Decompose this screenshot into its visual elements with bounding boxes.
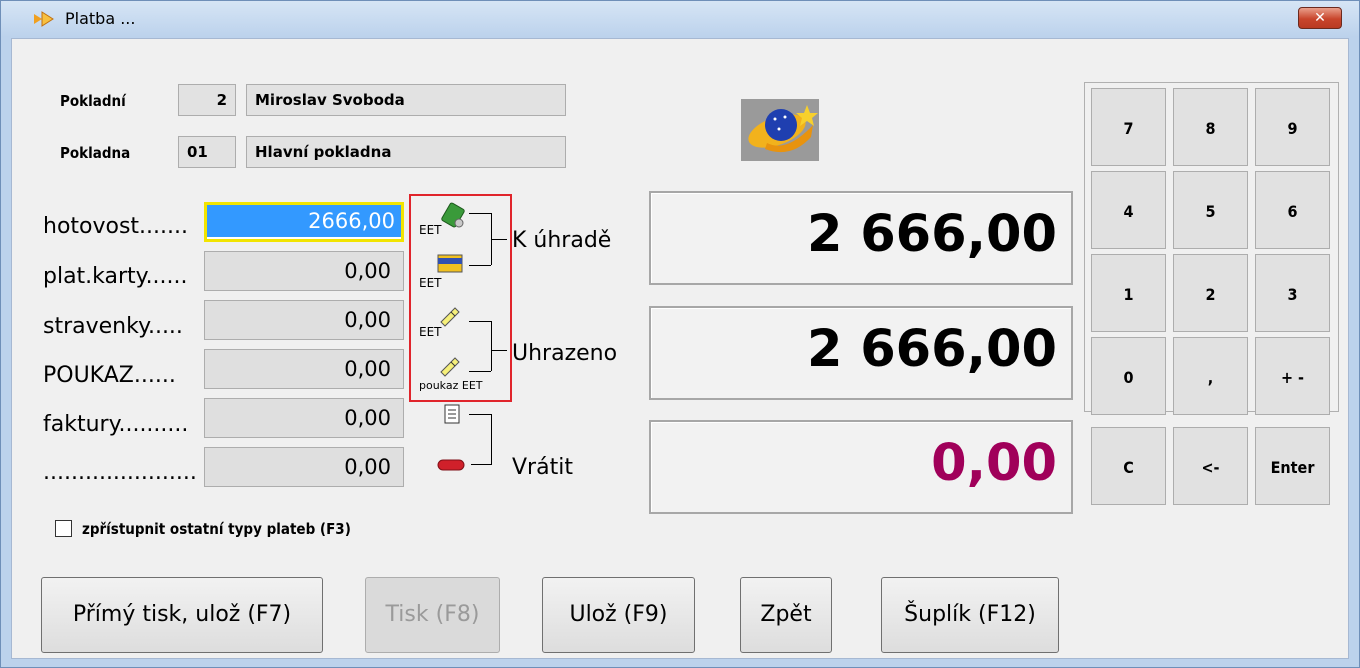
meal-eet-caption: EET xyxy=(419,325,442,339)
connector-line xyxy=(469,213,491,214)
app-icon xyxy=(34,11,54,27)
cash-icon[interactable] xyxy=(439,201,467,231)
numpad-key-0[interactable]: 0 xyxy=(1091,337,1166,415)
numpad-key-comma[interactable]: , xyxy=(1173,337,1248,415)
numpad-key-9[interactable]: 9 xyxy=(1255,88,1330,166)
direct-print-save-button[interactable]: Přímý tisk, ulož (F7) xyxy=(41,577,323,653)
bank-card-icon[interactable] xyxy=(437,254,463,274)
title-bar: Platba ... ✕ xyxy=(1,1,1359,37)
close-button[interactable]: ✕ xyxy=(1298,7,1342,29)
numpad-key-8[interactable]: 8 xyxy=(1173,88,1248,166)
register-name-field: Hlavní pokladna xyxy=(246,136,566,168)
payment-input-voucher[interactable]: 0,00 xyxy=(204,349,404,389)
payment-label-meal-vouchers: stravenky..... xyxy=(43,314,183,339)
cashier-id-field: 2 xyxy=(178,84,236,116)
numpad-key-2[interactable]: 2 xyxy=(1173,254,1248,332)
payment-label-other: ...................... xyxy=(43,460,197,485)
amount-due-label: K úhradě xyxy=(512,228,612,253)
payment-label-invoices: faktury.......... xyxy=(43,412,189,437)
voucher-eet-caption: poukaz EET xyxy=(419,379,483,392)
payment-input-meal-vouchers[interactable]: 0,00 xyxy=(204,300,404,340)
drawer-button[interactable]: Šuplík (F12) xyxy=(881,577,1059,653)
numpad-key-4[interactable]: 4 xyxy=(1091,171,1166,249)
change-value: 0,00 xyxy=(931,434,1057,493)
cashier-label: Pokladní xyxy=(60,92,126,110)
payment-input-cash[interactable]: 2666,00 xyxy=(204,202,404,242)
amount-paid-field: 2 666,00 xyxy=(649,306,1073,400)
connector-line xyxy=(469,265,491,266)
change-label: Vrátit xyxy=(512,455,573,480)
payment-input-invoices[interactable]: 0,00 xyxy=(204,398,404,438)
cash-eet-caption: EET xyxy=(419,223,442,237)
numpad-key-3[interactable]: 3 xyxy=(1255,254,1330,332)
numpad-key-plus-minus[interactable]: + - xyxy=(1255,337,1330,415)
numpad-key-enter[interactable]: Enter xyxy=(1255,427,1330,505)
connector-line xyxy=(469,321,491,322)
change-field: 0,00 xyxy=(649,420,1073,514)
numpad-key-backspace[interactable]: <- xyxy=(1173,427,1248,505)
back-button[interactable]: Zpět xyxy=(740,577,832,653)
payment-input-other[interactable]: 0,00 xyxy=(204,447,404,487)
payment-window: Platba ... ✕ Pokladní 2 Miroslav Svoboda… xyxy=(0,0,1360,668)
connector-line xyxy=(469,414,491,415)
payment-label-cash: hotovost....... xyxy=(43,214,189,239)
register-label: Pokladna xyxy=(60,144,131,162)
amount-due-value: 2 666,00 xyxy=(806,205,1057,264)
connector-line xyxy=(491,239,507,240)
payment-label-voucher: POUKAZ...... xyxy=(43,363,176,388)
numpad-key-clear[interactable]: C xyxy=(1091,427,1166,505)
logo-icon xyxy=(741,99,819,161)
connector-line xyxy=(471,464,491,465)
payment-label-card: plat.karty...... xyxy=(43,264,188,289)
amount-paid-value: 2 666,00 xyxy=(806,320,1057,379)
print-button[interactable]: Tisk (F8) xyxy=(365,577,500,653)
window-title: Platba ... xyxy=(65,9,136,28)
gift-voucher-icon[interactable] xyxy=(437,354,463,378)
connector-line xyxy=(491,350,507,351)
invoice-icon[interactable] xyxy=(443,403,461,425)
other-payment-types-checkbox[interactable] xyxy=(55,520,72,537)
connector-line xyxy=(469,371,491,372)
minus-icon[interactable] xyxy=(437,459,465,471)
payment-input-card[interactable]: 0,00 xyxy=(204,251,404,291)
amount-due-field: 2 666,00 xyxy=(649,191,1073,285)
amount-paid-label: Uhrazeno xyxy=(512,341,618,366)
connector-line xyxy=(491,321,492,371)
other-payment-types-label: zpřístupnit ostatní typy plateb (F3) xyxy=(82,520,351,538)
save-button[interactable]: Ulož (F9) xyxy=(542,577,695,653)
card-eet-caption: EET xyxy=(419,276,442,290)
cashier-name-field: Miroslav Svoboda xyxy=(246,84,566,116)
numpad-key-6[interactable]: 6 xyxy=(1255,171,1330,249)
register-id-field: 01 xyxy=(178,136,236,168)
numpad-key-7[interactable]: 7 xyxy=(1091,88,1166,166)
numpad-key-5[interactable]: 5 xyxy=(1173,171,1248,249)
numpad-key-1[interactable]: 1 xyxy=(1091,254,1166,332)
connector-line xyxy=(491,414,492,465)
payment-value-cash: 2666,00 xyxy=(207,205,401,237)
